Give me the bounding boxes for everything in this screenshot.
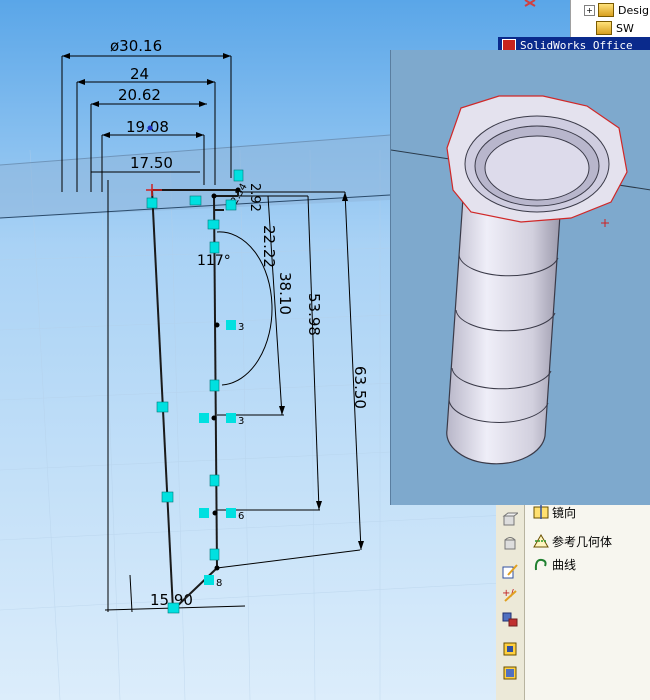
dim-20-62[interactable]: 20.62 [118,86,161,104]
dim-17-50[interactable]: 17.50 [130,154,173,172]
feature-a-icon[interactable] [500,639,520,659]
menu-item-reference-geometry[interactable]: 参考几何体 [533,531,612,551]
reference-geometry-icon [533,533,549,549]
svg-text:6: 6 [238,511,244,522]
dim-diameter-top[interactable]: ø30.16 [110,37,162,55]
relation-icon[interactable] [500,609,520,629]
dim-63-50[interactable]: 63.50 [351,366,369,409]
tree-item-label: Design [618,3,650,17]
dim-24[interactable]: 24 [130,65,149,83]
feature-tree: + Design SW [570,0,650,38]
tree-item-label: SW [616,21,634,35]
svg-text:3: 3 [238,416,244,427]
menu-item-label: 镜向 [552,505,577,520]
menu-item-label: 参考几何体 [552,534,613,549]
menu-item-label: 曲线 [552,557,577,572]
expand-icon[interactable]: + [584,4,595,16]
curve-icon [533,556,549,572]
dim-22-22[interactable]: 22.22 [260,225,278,268]
part-icon [598,3,614,17]
extrude-icon[interactable] [500,509,520,529]
feature-menu: 镜向 参考几何体 曲线 [525,505,650,700]
menu-item-mirror[interactable]: 镜向 [533,502,576,522]
dim-19-08[interactable]: 19.08 [126,118,169,136]
svg-text:8: 8 [216,578,222,589]
revolve-icon[interactable] [500,533,520,553]
menu-item-curve[interactable]: 曲线 [533,554,576,574]
smart-dimension-icon[interactable]: +/ [500,585,520,605]
dim-38-10[interactable]: 38.10 [276,272,294,315]
cylinder-lip [446,95,628,223]
svg-text:3: 3 [238,322,244,333]
tree-item-design[interactable]: + Design [571,1,650,19]
feature-b-icon[interactable] [500,663,520,683]
model-preview[interactable] [390,50,650,505]
tree-item-sw[interactable]: SW [583,19,634,37]
sketch-edit-icon[interactable] [500,561,520,581]
feature-toolbar: +/ [496,505,525,700]
part-icon [596,21,612,35]
dim-53-98[interactable]: 53.98 [305,293,323,336]
mirror-icon [533,504,549,520]
